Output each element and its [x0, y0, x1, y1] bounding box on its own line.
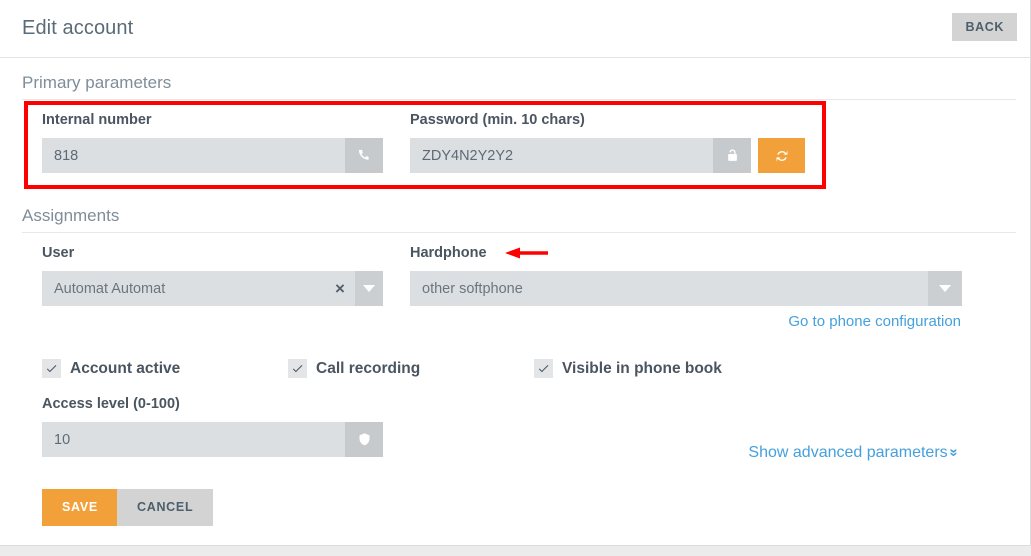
show-advanced-parameters-link[interactable]: Show advanced parameters»: [748, 444, 963, 462]
go-to-phone-configuration-link[interactable]: Go to phone configuration: [788, 313, 961, 330]
assignments-heading: Assignments: [22, 206, 120, 225]
show-advanced-parameters-label: Show advanced parameters: [748, 444, 948, 461]
checkbox-call-recording[interactable]: Call recording: [288, 359, 420, 378]
assignments-section-divider: [22, 232, 1016, 233]
annotation-arrow: [504, 245, 550, 266]
cancel-button[interactable]: CANCEL: [117, 489, 214, 526]
access-level-field: [42, 422, 383, 457]
checkbox-label: Account active: [70, 359, 181, 377]
password-label: Password (min. 10 chars): [410, 112, 585, 128]
internal-number-label: Internal number: [42, 112, 152, 128]
phone-icon: [345, 138, 383, 173]
user-label: User: [42, 245, 75, 261]
chevron-down-icon: [363, 285, 375, 292]
checkbox-account-active[interactable]: Account active: [42, 359, 180, 378]
primary-section-divider: [22, 99, 1016, 100]
access-level-input[interactable]: [42, 422, 345, 457]
checkbox-label: Call recording: [316, 359, 421, 377]
page-title: Edit account: [22, 17, 134, 39]
user-dropdown-arrow[interactable]: [355, 271, 383, 306]
hardphone-select[interactable]: other softphone: [410, 271, 962, 306]
refresh-icon: [776, 150, 787, 161]
checkbox-label: Visible in phone book: [562, 359, 722, 377]
password-input[interactable]: [410, 138, 713, 173]
check-icon: [288, 359, 307, 378]
unlock-icon: [713, 138, 751, 173]
primary-parameters-heading: Primary parameters: [22, 73, 172, 92]
check-icon: [534, 359, 553, 378]
edit-account-page: Edit account BACK Primary parameters Int…: [0, 0, 1031, 546]
internal-number-input[interactable]: [42, 138, 345, 173]
password-field: [410, 138, 805, 173]
access-level-label: Access level (0-100): [42, 396, 180, 412]
user-clear-icon[interactable]: ×: [325, 271, 355, 306]
check-icon: [42, 359, 61, 378]
regenerate-password-button[interactable]: [758, 138, 805, 173]
checkbox-visible-in-phone-book[interactable]: Visible in phone book: [534, 359, 722, 378]
back-button[interactable]: BACK: [952, 13, 1017, 41]
save-button[interactable]: SAVE: [42, 489, 118, 526]
hardphone-label: Hardphone: [410, 245, 487, 261]
hardphone-dropdown-arrow[interactable]: [928, 271, 962, 306]
internal-number-field: [42, 138, 383, 173]
page-header: Edit account BACK: [0, 0, 1030, 58]
user-select-value[interactable]: Automat Automat: [42, 271, 325, 306]
hardphone-select-value[interactable]: other softphone: [410, 271, 928, 306]
chevron-down-icon: [939, 285, 951, 292]
user-select[interactable]: Automat Automat ×: [42, 271, 383, 306]
shield-icon: [345, 422, 383, 457]
chevron-double-down-icon: »: [945, 448, 963, 457]
